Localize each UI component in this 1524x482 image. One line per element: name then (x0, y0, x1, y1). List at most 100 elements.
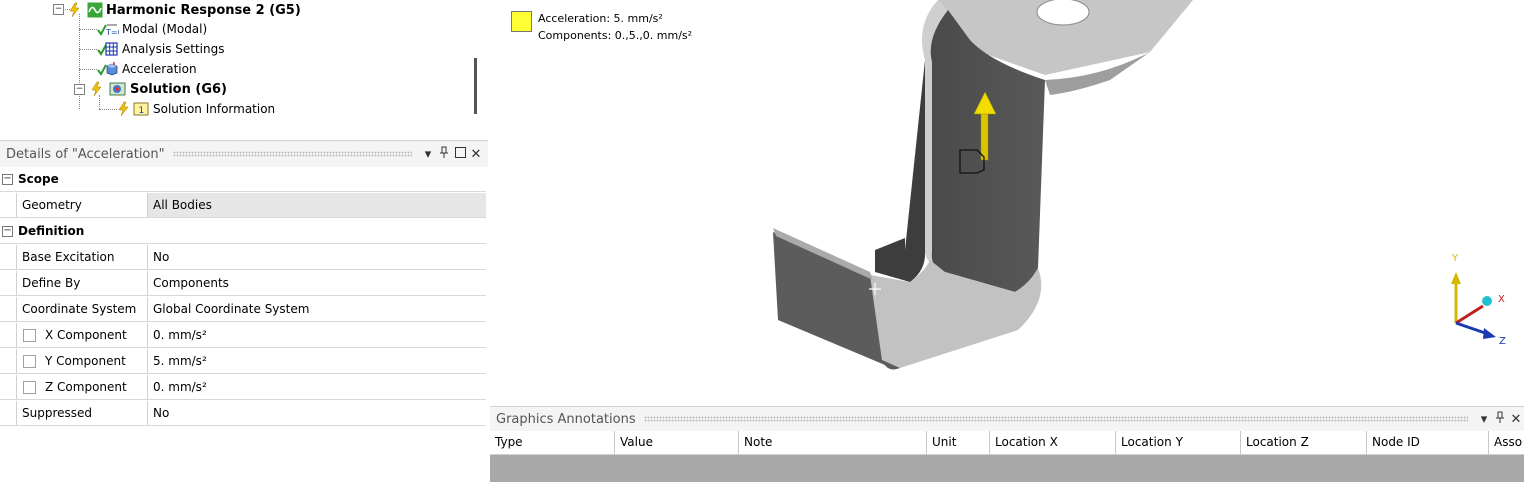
detail-label: Z Component (45, 380, 127, 394)
tree-item-harmonic-response[interactable]: Harmonic Response 2 (G5) (66, 0, 301, 20)
bracket-model[interactable] (490, 0, 1524, 404)
detail-row-geometry[interactable]: Geometry All Bodies (0, 193, 486, 218)
tree-item-analysis-settings[interactable]: Analysis Settings (97, 39, 224, 59)
detail-label: Geometry (16, 193, 146, 217)
lightning-bolt-icon (88, 81, 106, 97)
graphics-annotations-header: Graphics Annotations ▾ ✕ (490, 406, 1524, 431)
section-label: Scope (18, 172, 59, 186)
tree-connector (79, 49, 97, 50)
column-header-type[interactable]: Type (490, 431, 614, 454)
detail-label: Coordinate System (16, 297, 146, 321)
detail-value[interactable]: Components (147, 271, 486, 295)
parameter-checkbox[interactable] (23, 329, 36, 342)
detail-row-x-component[interactable]: X Component 0. mm/s² (0, 323, 486, 348)
tree-label-acceleration: Acceleration (122, 62, 197, 76)
lightning-bolt-icon (66, 2, 84, 18)
detail-value[interactable]: All Bodies (147, 193, 486, 217)
collapse-solution-toggle[interactable]: − (74, 84, 85, 95)
tree-label-modal: Modal (Modal) (122, 22, 208, 36)
section-scope[interactable]: − Scope (0, 167, 486, 192)
svg-text:T=0: T=0 (105, 28, 119, 37)
acceleration-cube-icon (97, 61, 119, 77)
detail-value[interactable]: No (147, 245, 486, 269)
graphics-viewport[interactable]: Y X Z (490, 0, 1524, 404)
tree-item-solution[interactable]: Solution (G6) (88, 79, 227, 99)
mounting-hole (1036, 0, 1090, 26)
parameter-checkbox[interactable] (23, 381, 36, 394)
acceleration-arrow-shaft (980, 107, 989, 161)
detail-label-wrap: Y Component (16, 349, 146, 373)
tree-label-harmonic: Harmonic Response 2 (G5) (106, 2, 301, 18)
dropdown-arrow-icon[interactable]: ▾ (1476, 412, 1492, 427)
tree-connector (79, 29, 97, 30)
tree-scrollbar[interactable] (474, 58, 477, 114)
parameter-checkbox[interactable] (23, 355, 36, 368)
analysis-settings-grid-icon (97, 41, 119, 57)
column-header-node-id[interactable]: Node ID (1366, 431, 1488, 454)
details-panel-title: Details of "Acceleration" (6, 146, 165, 162)
modal-link-icon: T=0 (97, 21, 123, 37)
section-label: Definition (18, 224, 85, 238)
detail-value[interactable]: 5. mm/s² (147, 349, 486, 373)
close-icon[interactable]: ✕ (1508, 412, 1524, 427)
axis-triad: Y X Z (1451, 253, 1506, 347)
detail-value[interactable]: No (147, 401, 486, 425)
detail-label: Suppressed (16, 401, 146, 425)
bracket-edge (875, 60, 926, 282)
detail-label-wrap: X Component (16, 323, 146, 347)
dropdown-arrow-icon[interactable]: ▾ (420, 147, 436, 162)
detail-label: Base Excitation (16, 245, 146, 269)
details-panel-header: Details of "Acceleration" ▾ ✕ (0, 140, 488, 167)
tree-connector (99, 109, 117, 110)
tree-label-solution-information: Solution Information (153, 102, 276, 116)
detail-row-define-by[interactable]: Define By Components (0, 271, 486, 296)
column-header-value[interactable]: Value (614, 431, 738, 454)
tree-item-acceleration[interactable]: Acceleration (97, 59, 197, 79)
column-header-note[interactable]: Note (738, 431, 926, 454)
detail-value[interactable]: Global Coordinate System (147, 297, 486, 321)
tree-label-solution: Solution (G6) (130, 81, 227, 97)
detail-label: X Component (45, 328, 127, 342)
detail-row-base-excitation[interactable]: Base Excitation No (0, 245, 486, 270)
triad-x-label: X (1498, 294, 1505, 305)
solution-icon (109, 81, 127, 97)
detail-row-y-component[interactable]: Y Component 5. mm/s² (0, 349, 486, 374)
graphics-annotations-title: Graphics Annotations (496, 411, 636, 427)
annotations-table-body[interactable] (490, 455, 1524, 482)
column-header-location-y[interactable]: Location Y (1115, 431, 1240, 454)
column-header-location-x[interactable]: Location X (989, 431, 1115, 454)
tree-connector (79, 69, 97, 70)
tree-item-solution-information[interactable]: 1 Solution Information (117, 99, 275, 119)
detail-row-z-component[interactable]: Z Component 0. mm/s² (0, 375, 486, 400)
tree-item-modal[interactable]: T=0 Modal (Modal) (97, 19, 207, 39)
maximize-icon[interactable] (452, 146, 468, 162)
triad-y-label: Y (1451, 253, 1459, 264)
triad-z-label: Z (1499, 336, 1506, 347)
detail-label: Define By (16, 271, 146, 295)
collapse-harmonic-toggle[interactable]: − (53, 4, 64, 15)
panel-drag-grip[interactable] (643, 416, 1468, 422)
detail-value[interactable]: 0. mm/s² (147, 323, 486, 347)
pin-icon[interactable] (1492, 411, 1508, 427)
harmonic-wave-icon (87, 2, 103, 18)
annotations-column-headers: Type Value Note Unit Location X Location… (490, 431, 1524, 455)
panel-drag-grip[interactable] (172, 151, 412, 157)
close-icon[interactable]: ✕ (468, 147, 484, 162)
svg-text:1: 1 (139, 106, 145, 116)
column-header-associated[interactable]: Asso (1488, 431, 1524, 454)
section-definition[interactable]: − Definition (0, 219, 486, 244)
legend-acceleration-text: Acceleration: 5. mm/s² (538, 12, 663, 25)
detail-row-coordinate-system[interactable]: Coordinate System Global Coordinate Syst… (0, 297, 486, 322)
lightning-bolt-icon (117, 101, 129, 117)
project-tree: − Harmonic Response 2 (G5) T=0 Modal (Mo… (0, 0, 490, 136)
legend-color-swatch (511, 11, 532, 32)
tree-label-analysis-settings: Analysis Settings (122, 42, 225, 56)
legend-components-text: Components: 0.,5.,0. mm/s² (538, 29, 693, 42)
detail-label: Y Component (45, 354, 126, 368)
detail-row-suppressed[interactable]: Suppressed No (0, 401, 486, 426)
column-header-location-z[interactable]: Location Z (1240, 431, 1366, 454)
column-header-unit[interactable]: Unit (926, 431, 989, 454)
detail-value[interactable]: 0. mm/s² (147, 375, 486, 399)
detail-label-wrap: Z Component (16, 375, 146, 399)
pin-icon[interactable] (436, 146, 452, 162)
